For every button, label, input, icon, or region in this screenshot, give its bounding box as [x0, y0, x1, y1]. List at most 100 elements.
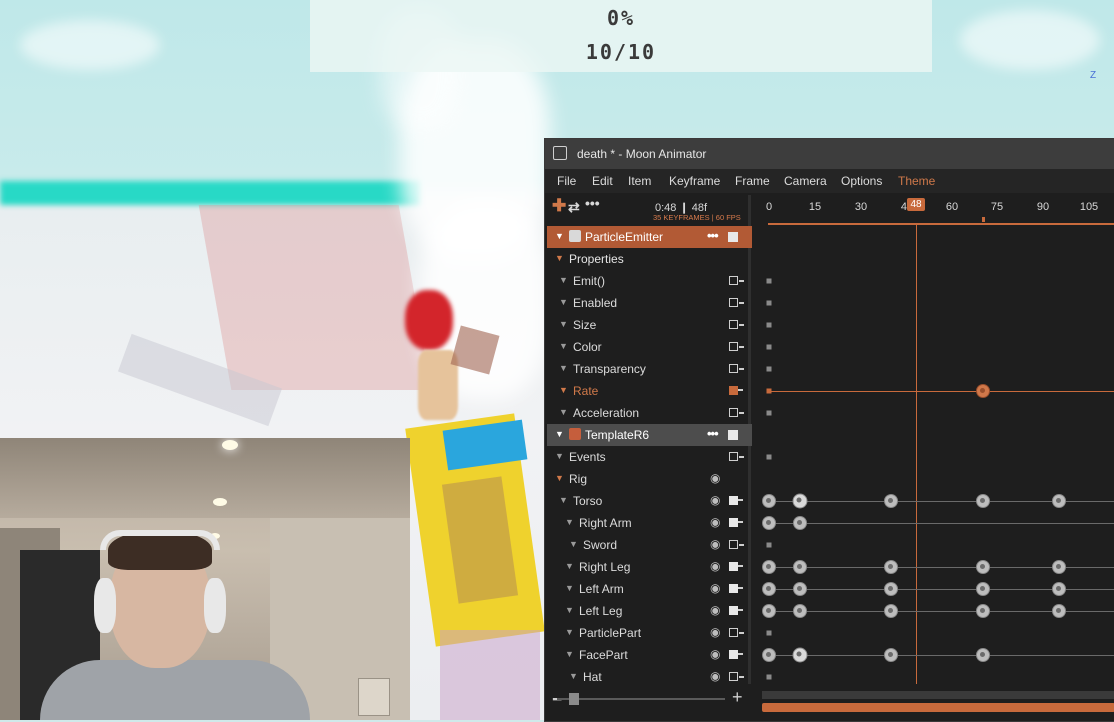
- collapse-arrow-icon[interactable]: ▼: [565, 649, 574, 659]
- track-toggle[interactable]: [729, 276, 744, 285]
- keyframe[interactable]: [792, 516, 807, 530]
- eye-icon[interactable]: ◉: [710, 603, 720, 617]
- keyframe[interactable]: [792, 560, 807, 574]
- keyframe[interactable]: [975, 582, 990, 596]
- playhead-frame-label[interactable]: 48: [907, 198, 925, 211]
- eye-icon[interactable]: ◉: [710, 669, 720, 683]
- track-row-rig[interactable]: ▼ Rig ◉: [547, 468, 752, 490]
- track-row-facepart[interactable]: ▼ FacePart ◉: [547, 644, 752, 666]
- keyframe[interactable]: [975, 494, 990, 508]
- track-toggle[interactable]: [729, 386, 743, 395]
- zoom-slider-handle[interactable]: [569, 693, 579, 705]
- keyframe[interactable]: [884, 648, 898, 662]
- track-row-right-leg[interactable]: ▼ Right Leg ◉: [547, 556, 752, 578]
- keyframe-marker[interactable]: [766, 388, 772, 394]
- keyframe[interactable]: [975, 560, 990, 574]
- keyframe[interactable]: [884, 582, 898, 596]
- collapse-arrow-icon[interactable]: ▼: [559, 275, 568, 285]
- keyframe[interactable]: [792, 582, 807, 596]
- collapse-arrow-icon[interactable]: ▼: [569, 539, 578, 549]
- keyframe[interactable]: [762, 494, 776, 508]
- keyframe[interactable]: [762, 648, 776, 662]
- keyframe-marker[interactable]: [766, 542, 772, 548]
- track-row-size[interactable]: ▼ Size: [547, 314, 752, 336]
- keyframe[interactable]: [884, 494, 898, 508]
- keyframe[interactable]: [792, 647, 807, 663]
- collapse-arrow-icon[interactable]: ▼: [565, 627, 574, 637]
- collapse-arrow-icon[interactable]: ▼: [555, 451, 564, 461]
- track-toggle[interactable]: [729, 540, 744, 549]
- keyframe-marker[interactable]: [766, 366, 772, 372]
- timeline-ruler[interactable]: 0 15 30 45 60 75 90 105 48: [760, 195, 1114, 225]
- collapse-arrow-icon[interactable]: ▼: [559, 407, 568, 417]
- track-row-rate[interactable]: ▼ Rate: [547, 380, 752, 402]
- keyframe-marker[interactable]: [766, 674, 772, 680]
- eye-icon[interactable]: ◉: [710, 647, 720, 661]
- more-icon[interactable]: •••: [585, 195, 600, 211]
- keyframe-marker[interactable]: [766, 322, 772, 328]
- menu-file[interactable]: File: [557, 174, 576, 188]
- track-toggle[interactable]: [729, 452, 744, 461]
- track-row-enabled[interactable]: ▼ Enabled: [547, 292, 752, 314]
- track-row-acceleration[interactable]: ▼ Acceleration: [547, 402, 752, 424]
- playhead-line[interactable]: [916, 225, 917, 701]
- collapse-arrow-icon[interactable]: ▼: [559, 363, 568, 373]
- eye-icon[interactable]: ◉: [710, 471, 720, 485]
- loop-icon[interactable]: ⇄: [568, 199, 580, 216]
- menu-frame[interactable]: Frame: [735, 174, 770, 188]
- track-toggle[interactable]: [729, 518, 743, 527]
- collapse-arrow-icon[interactable]: ▼: [555, 473, 564, 483]
- collapse-arrow-icon[interactable]: ▼: [565, 605, 574, 615]
- visibility-checkbox[interactable]: [728, 430, 738, 440]
- collapse-arrow-icon[interactable]: ▼: [559, 495, 568, 505]
- collapse-arrow-icon[interactable]: ▼: [555, 231, 564, 241]
- more-icon[interactable]: •••: [707, 228, 719, 243]
- track-row-events[interactable]: ▼ Events: [547, 446, 752, 468]
- collapse-arrow-icon[interactable]: ▼: [565, 583, 574, 593]
- keyframe[interactable]: [762, 582, 776, 596]
- track-toggle[interactable]: [729, 650, 743, 659]
- track-row-left-leg[interactable]: ▼ Left Leg ◉: [547, 600, 752, 622]
- titlebar[interactable]: death * - Moon Animator: [545, 139, 1114, 169]
- menu-options[interactable]: Options: [841, 174, 882, 188]
- track-toggle[interactable]: [729, 408, 744, 417]
- keyframe[interactable]: [792, 604, 807, 618]
- collapse-arrow-icon[interactable]: ▼: [555, 429, 564, 439]
- track-toggle[interactable]: [729, 562, 743, 571]
- collapse-arrow-icon[interactable]: ▼: [565, 561, 574, 571]
- track-row-templater6[interactable]: ▼ TemplateR6 •••: [547, 424, 752, 446]
- keyframe[interactable]: [792, 493, 807, 509]
- menu-edit[interactable]: Edit: [592, 174, 613, 188]
- track-row-properties[interactable]: ▼ Properties: [547, 248, 752, 270]
- track-row-particleemitter[interactable]: ▼ ParticleEmitter •••: [547, 226, 752, 248]
- keyframe-marker[interactable]: [766, 278, 772, 284]
- eye-icon[interactable]: ◉: [710, 559, 720, 573]
- collapse-arrow-icon[interactable]: ▼: [559, 297, 568, 307]
- keyframe[interactable]: [762, 560, 776, 574]
- keyframe[interactable]: [1051, 604, 1066, 618]
- track-toggle[interactable]: [729, 364, 744, 373]
- track-toggle[interactable]: [729, 606, 743, 615]
- track-toggle[interactable]: [729, 584, 743, 593]
- track-row-left-arm[interactable]: ▼ Left Arm ◉: [547, 578, 752, 600]
- track-row-color[interactable]: ▼ Color: [547, 336, 752, 358]
- eye-icon[interactable]: ◉: [710, 493, 720, 507]
- keyframe-marker[interactable]: [766, 630, 772, 636]
- track-row-emit[interactable]: ▼ Emit(): [547, 270, 752, 292]
- eye-icon[interactable]: ◉: [710, 625, 720, 639]
- menu-keyframe[interactable]: Keyframe: [669, 174, 720, 188]
- menu-item[interactable]: Item: [628, 174, 651, 188]
- track-row-particlepart[interactable]: ▼ ParticlePart ◉: [547, 622, 752, 644]
- collapse-arrow-icon[interactable]: ▼: [569, 671, 578, 681]
- collapse-arrow-icon[interactable]: ▼: [555, 253, 564, 263]
- track-toggle[interactable]: [729, 342, 744, 351]
- track-toggle[interactable]: [729, 320, 744, 329]
- track-toggle[interactable]: [729, 672, 744, 681]
- add-icon[interactable]: ✚: [552, 196, 566, 216]
- track-row-right-arm[interactable]: ▼ Right Arm ◉: [547, 512, 752, 534]
- track-toggle[interactable]: [729, 628, 744, 637]
- keyframe[interactable]: [1051, 560, 1066, 574]
- keyframe[interactable]: [762, 516, 776, 530]
- end-marker[interactable]: [982, 217, 985, 222]
- track-row-sword[interactable]: ▼ Sword ◉: [547, 534, 752, 556]
